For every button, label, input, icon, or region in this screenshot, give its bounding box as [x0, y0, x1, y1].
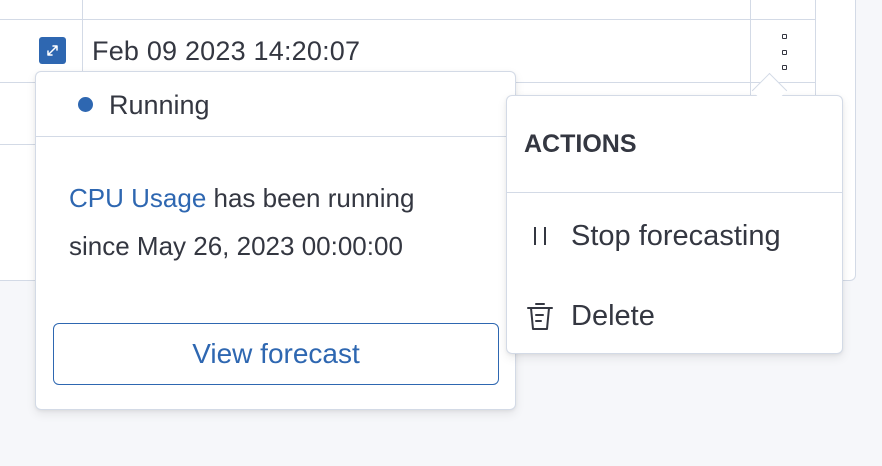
actions-menu: ACTIONS Stop forecasting Delete [506, 95, 843, 354]
table-column-divider [82, 0, 83, 82]
menu-item-label: Delete [571, 299, 655, 332]
view-forecast-button[interactable]: View forecast [53, 323, 499, 385]
trash-icon [523, 300, 557, 332]
row-timestamp: Feb 09 2023 14:20:07 [92, 36, 361, 66]
description-line2: since May 26, 2023 00:00:00 [69, 231, 403, 261]
menu-item-delete[interactable]: Delete [507, 286, 842, 346]
actions-header: ACTIONS [507, 96, 842, 193]
kebab-dot [781, 65, 787, 70]
description-line1: has been running [206, 183, 415, 213]
status-label: Running [109, 90, 210, 120]
pause-icon [523, 224, 557, 248]
actions-title: ACTIONS [524, 130, 637, 158]
menu-item-label: Stop forecasting [571, 219, 781, 252]
stage: Feb 09 2023 14:20:07 Running CPU Usage h… [0, 0, 882, 466]
table-row-divider [0, 19, 815, 20]
status-popover: Running CPU Usage has been running since… [35, 71, 516, 410]
kebab-dot [781, 34, 787, 39]
expand-icon [47, 45, 58, 56]
status-description: CPU Usage has been running since May 26,… [69, 174, 489, 270]
status-dot-icon [78, 97, 93, 112]
kebab-dot [781, 49, 787, 55]
job-link[interactable]: CPU Usage [69, 183, 206, 213]
menu-item-stop-forecasting[interactable]: Stop forecasting [507, 206, 842, 266]
status-header: Running [36, 72, 515, 137]
row-actions-button[interactable] [776, 34, 792, 70]
expand-row-button[interactable] [39, 37, 66, 64]
